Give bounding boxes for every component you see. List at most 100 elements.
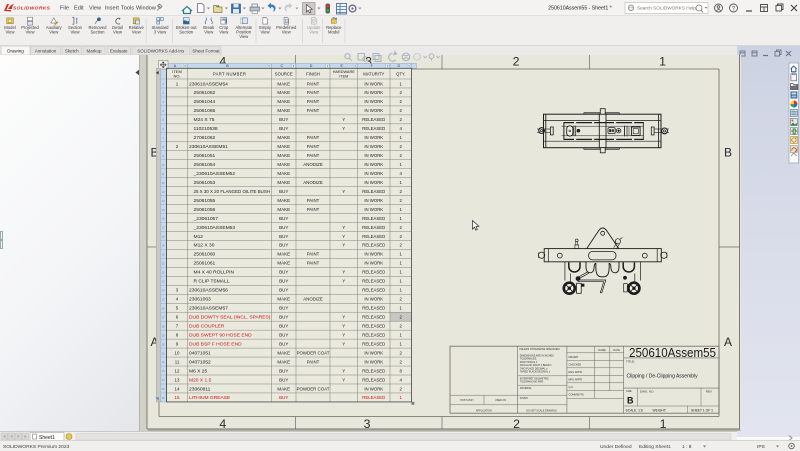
- svg-text:TOLERANCING PER:: TOLERANCING PER:: [520, 381, 544, 384]
- svg-text:RELEASED: RELEASED: [362, 225, 385, 230]
- svg-text:MAKE: MAKE: [277, 207, 290, 212]
- svg-text:R CLIP TSMALL: R CLIP TSMALL: [194, 279, 230, 285]
- svg-text:PAINT: PAINT: [307, 108, 320, 113]
- svg-text:2: 2: [513, 417, 520, 431]
- svg-text:MAKE: MAKE: [277, 350, 290, 355]
- svg-text:BUY: BUY: [279, 314, 288, 319]
- svg-text:UNLESS OTHERWISE SPECIFIED:: UNLESS OTHERWISE SPECIFIED:: [519, 347, 560, 351]
- svg-text:PAINT: PAINT: [307, 198, 320, 203]
- svg-text:IN WORK: IN WORK: [364, 207, 383, 212]
- svg-text:MAKE: MAKE: [277, 180, 290, 185]
- svg-text:LITHIUM GREASE: LITHIUM GREASE: [189, 395, 231, 401]
- svg-text:PAINT: PAINT: [307, 90, 320, 95]
- svg-text:IN WORK: IN WORK: [364, 108, 383, 113]
- svg-text:APPLICATION: APPLICATION: [476, 409, 492, 412]
- svg-text:QTY.: QTY.: [396, 72, 405, 77]
- svg-text:HOST ASSY: HOST ASSY: [460, 399, 474, 402]
- svg-text:230610ASSEM56: 230610ASSEM56: [189, 288, 228, 294]
- svg-text:DUB BSP F HOSE END: DUB BSP F HOSE END: [189, 341, 242, 347]
- svg-text:PAINT: PAINT: [307, 81, 320, 86]
- svg-text:WEIGHT:: WEIGHT:: [653, 408, 667, 412]
- svg-text:SCALE: 1:8: SCALE: 1:8: [626, 408, 643, 412]
- svg-text:M24 X 75: M24 X 75: [194, 117, 215, 123]
- svg-text:RELEASED: RELEASED: [362, 341, 385, 346]
- svg-text:IN WORK: IN WORK: [364, 144, 383, 149]
- svg-text:25061061: 25061061: [194, 261, 216, 267]
- svg-text:RELEASED: RELEASED: [362, 270, 385, 275]
- svg-text:230610ASSEM54: 230610ASSEM54: [189, 81, 228, 87]
- svg-text:Y: Y: [342, 332, 345, 337]
- svg-text:MAKE: MAKE: [277, 144, 290, 149]
- svg-text:A: A: [724, 335, 732, 349]
- svg-text:Y: Y: [342, 189, 345, 194]
- svg-text:250610Assem55: 250610Assem55: [629, 346, 716, 360]
- svg-text:DRAWN: DRAWN: [569, 355, 579, 359]
- svg-text:G: G: [397, 64, 400, 68]
- svg-text:NAME: NAME: [598, 348, 606, 352]
- svg-text:PAINT: PAINT: [307, 99, 320, 104]
- svg-text:C: C: [280, 64, 283, 68]
- svg-text:MATURITY: MATURITY: [363, 72, 384, 77]
- svg-text:25061051: 25061051: [194, 153, 216, 159]
- svg-text:23060811: 23060811: [189, 386, 211, 392]
- svg-text:ANODIZE: ANODIZE: [303, 162, 323, 167]
- svg-text:DUB SWEPT 90 HOSE END: DUB SWEPT 90 HOSE END: [189, 332, 252, 338]
- svg-text:RELEASED: RELEASED: [362, 306, 385, 311]
- svg-text:14: 14: [175, 386, 180, 391]
- svg-text:RELEASED: RELEASED: [362, 279, 385, 284]
- svg-text:PAINT: PAINT: [307, 252, 320, 257]
- svg-text:BUY: BUY: [279, 216, 288, 221]
- svg-text:Y: Y: [342, 234, 345, 239]
- svg-text:RELEASED: RELEASED: [362, 288, 385, 293]
- svg-text:110210538: 110210538: [194, 126, 218, 132]
- svg-text:MAKE: MAKE: [277, 171, 290, 176]
- svg-text:Y: Y: [342, 225, 345, 230]
- svg-text:MATERIAL: MATERIAL: [520, 387, 533, 390]
- svg-text:IN WORK: IN WORK: [364, 252, 383, 257]
- svg-text:25061065: 25061065: [194, 108, 216, 114]
- svg-text:BUY: BUY: [279, 225, 288, 230]
- svg-text:BUY: BUY: [279, 306, 288, 311]
- svg-text:BUY: BUY: [279, 288, 288, 293]
- svg-text:NO.: NO.: [173, 73, 180, 78]
- svg-text:SHEET 1 OF 1: SHEET 1 OF 1: [691, 408, 713, 412]
- svg-text:RELEASED: RELEASED: [362, 189, 385, 194]
- svg-text:PAINT: PAINT: [307, 153, 320, 158]
- svg-text:IN WORK: IN WORK: [364, 90, 383, 95]
- svg-text:IN WORK: IN WORK: [364, 162, 383, 167]
- svg-text:M4 X 40 ROLLPIN: M4 X 40 ROLLPIN: [194, 270, 235, 276]
- svg-text:MAKE: MAKE: [277, 252, 290, 257]
- svg-text:Y: Y: [342, 279, 345, 284]
- svg-text:PAINT: PAINT: [307, 359, 320, 364]
- svg-text:IN WORK: IN WORK: [364, 386, 383, 391]
- svg-text:IN WORK: IN WORK: [364, 180, 383, 185]
- svg-text:Clipping / De-Clipping Assembl: Clipping / De-Clipping Assembly: [627, 373, 699, 379]
- svg-text:IN WORK: IN WORK: [364, 359, 383, 364]
- svg-text:CHECKED: CHECKED: [569, 363, 582, 367]
- svg-text:25061053: 25061053: [194, 180, 216, 186]
- svg-text:MAKE: MAKE: [277, 261, 290, 266]
- svg-text:Q.A.: Q.A.: [569, 385, 574, 389]
- svg-text:IPS: IPS: [757, 444, 766, 450]
- svg-text:RELEASED: RELEASED: [362, 234, 385, 239]
- svg-text:BUY: BUY: [279, 117, 288, 122]
- svg-text:RELEASED: RELEASED: [362, 216, 385, 221]
- svg-text:230610ASSEM51: 230610ASSEM51: [189, 144, 228, 150]
- svg-text:27061062: 27061062: [194, 135, 216, 141]
- svg-text:M12 X 30: M12 X 30: [194, 243, 215, 249]
- svg-text:3: 3: [364, 417, 371, 431]
- svg-text:RELEASED: RELEASED: [362, 126, 385, 131]
- svg-text:DUB DOWTY SEAL (INCL. SPARES): DUB DOWTY SEAL (INCL. SPARES): [189, 314, 271, 320]
- svg-text:1: 1: [660, 417, 667, 431]
- svg-text:BUY: BUY: [279, 270, 288, 275]
- svg-text:15: 15: [175, 395, 180, 400]
- svg-text:04071051: 04071051: [189, 350, 211, 356]
- svg-text:12: 12: [175, 368, 180, 373]
- svg-text:PAINT: PAINT: [307, 135, 320, 140]
- svg-text:Y: Y: [342, 377, 345, 382]
- svg-text:4: 4: [219, 417, 226, 431]
- svg-text:1: 1: [659, 55, 666, 69]
- svg-text:25 X 30 X 20 FLANGED OILITE BU: 25 X 30 X 20 FLANGED OILITE BUSH: [194, 189, 271, 195]
- svg-text:M20 X 1.5: M20 X 1.5: [189, 377, 212, 383]
- svg-text:USED ON: USED ON: [495, 399, 506, 402]
